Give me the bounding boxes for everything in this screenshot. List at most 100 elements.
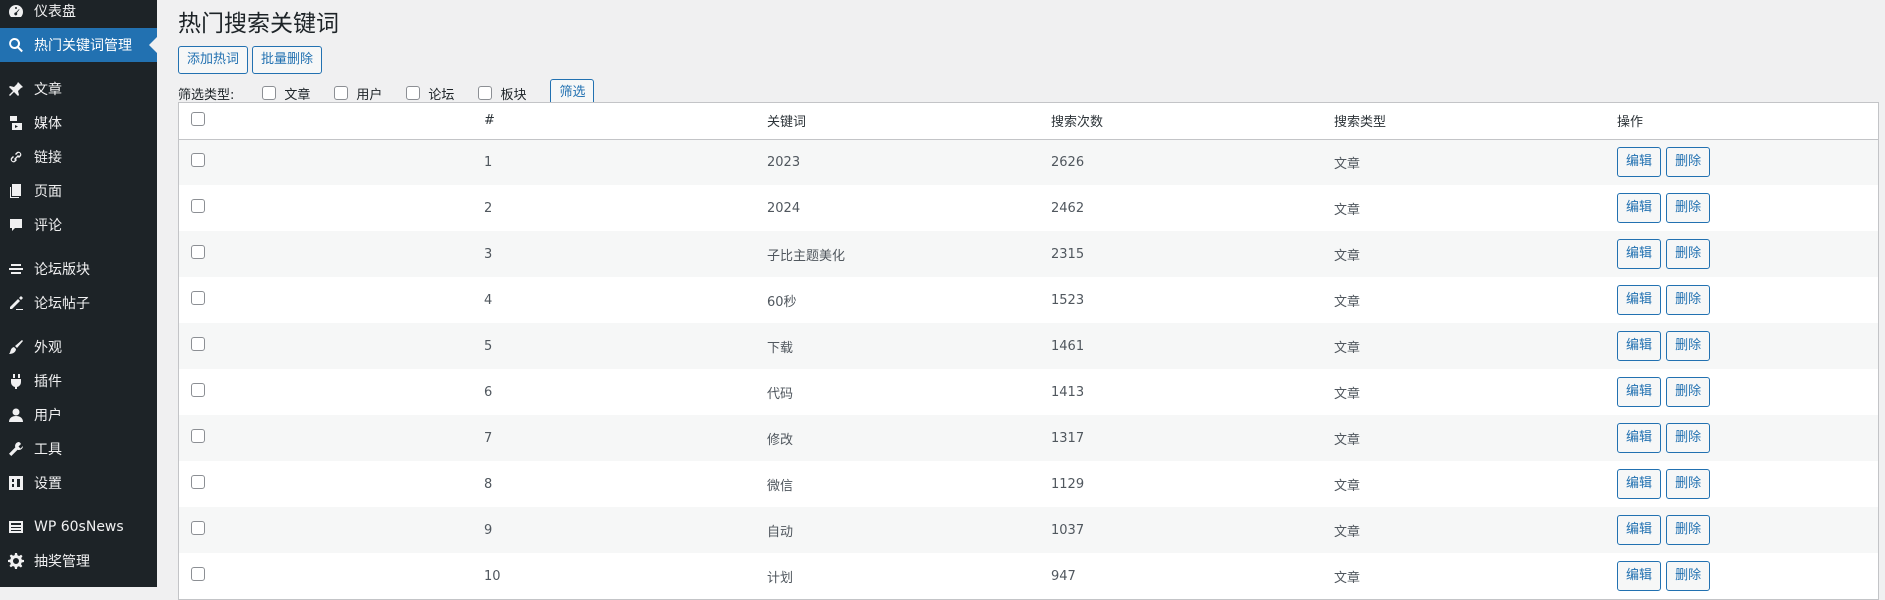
delete-button[interactable]: 删除 <box>1666 331 1711 361</box>
menu-item-links[interactable]: 链接 <box>0 140 157 174</box>
menu-label: 论坛版块 <box>34 262 90 278</box>
delete-button[interactable]: 删除 <box>1666 423 1711 453</box>
bulk-delete-button[interactable]: 批量删除 <box>252 46 323 74</box>
table-header-row: # 关键词 搜索次数 搜索类型 操作 <box>179 103 1878 139</box>
menu-item-media[interactable]: 媒体 <box>0 106 157 140</box>
filter-checkbox[interactable] <box>478 86 493 100</box>
cell-keyword: 下载 <box>767 340 794 356</box>
settings-icon <box>8 475 24 491</box>
keywords-table: # 关键词 搜索次数 搜索类型 操作 1 2023 2626 文章 编辑 删除 2 2024… <box>179 103 1878 599</box>
delete-button[interactable]: 删除 <box>1666 239 1711 269</box>
menu-item-tools[interactable]: 工具 <box>0 432 157 466</box>
row-checkbox[interactable] <box>191 567 205 581</box>
table-body: 1 2023 2626 文章 编辑 删除 2 2024 2462 文章 编辑 删除 3 子比主题美化 2… <box>179 139 1878 599</box>
table-row: 4 60秒 1523 文章 编辑 删除 <box>179 277 1878 323</box>
comment-icon <box>8 217 24 233</box>
menu-item-forum-boards[interactable]: 论坛版块 <box>0 252 157 286</box>
filter-option-boards[interactable]: 板块 <box>478 84 526 103</box>
filter-option-forum[interactable]: 论坛 <box>406 84 454 103</box>
menu-label: 文章 <box>34 82 62 98</box>
menu-item-forum-posts[interactable]: 论坛帖子 <box>0 286 157 320</box>
row-checkbox[interactable] <box>191 383 205 397</box>
search-icon <box>8 37 24 53</box>
row-checkbox[interactable] <box>191 475 205 489</box>
select-all-cell <box>179 103 484 139</box>
table-row: 7 修改 1317 文章 编辑 删除 <box>179 415 1878 461</box>
row-checkbox[interactable] <box>191 245 205 259</box>
filter-option-posts[interactable]: 文章 <box>262 84 310 103</box>
menu-label: 仪表盘 <box>34 4 76 20</box>
menu-item-dashboard[interactable]: 仪表盘 <box>0 0 157 28</box>
column-header-keyword: 关键词 <box>767 115 807 131</box>
row-checkbox[interactable] <box>191 291 205 305</box>
menu-item-lottery[interactable]: 抽奖管理 <box>0 544 157 578</box>
table-row: 2 2024 2462 文章 编辑 删除 <box>179 185 1878 231</box>
admin-menu: 仪表盘 热门关键词管理 文章 媒体 链接 页面 评论 论坛版块 论坛帖子 外观 … <box>0 0 157 578</box>
filter-checkbox[interactable] <box>334 86 349 100</box>
filter-checkbox[interactable] <box>262 86 277 100</box>
cell-actions: 编辑 删除 <box>1617 461 1878 507</box>
menu-label: 用户 <box>34 408 62 424</box>
delete-button[interactable]: 删除 <box>1666 285 1711 315</box>
edit-button[interactable]: 编辑 <box>1617 515 1662 545</box>
delete-button[interactable]: 删除 <box>1666 515 1711 545</box>
column-header-count: 搜索次数 <box>1051 115 1104 131</box>
menu-item-settings[interactable]: 设置 <box>0 466 157 500</box>
row-select-cell <box>179 231 484 277</box>
edit-button[interactable]: 编辑 <box>1617 423 1662 453</box>
appearance-icon <box>8 339 24 355</box>
cell-count: 2626 <box>1051 154 1085 170</box>
cell-type: 文章 <box>1334 478 1361 494</box>
cell-actions: 编辑 删除 <box>1617 139 1878 185</box>
edit-button[interactable]: 编辑 <box>1617 469 1662 499</box>
filter-checkbox[interactable] <box>406 86 421 100</box>
edit-button[interactable]: 编辑 <box>1617 147 1662 178</box>
row-select-cell <box>179 507 484 553</box>
cell-count: 1461 <box>1051 338 1085 354</box>
cell-count: 2315 <box>1051 246 1085 262</box>
gear-icon <box>8 553 24 569</box>
menu-label: 插件 <box>34 374 62 390</box>
cell-actions: 编辑 删除 <box>1617 553 1878 599</box>
row-checkbox[interactable] <box>191 521 205 535</box>
edit-button[interactable]: 编辑 <box>1617 285 1662 315</box>
cell-number: 1 <box>484 154 493 170</box>
filter-option-label: 文章 <box>284 87 311 103</box>
add-keyword-button[interactable]: 添加热词 <box>178 46 249 74</box>
cell-keyword: 代码 <box>767 386 794 402</box>
cell-count: 1037 <box>1051 522 1085 538</box>
dashboard-icon <box>8 3 24 19</box>
delete-button[interactable]: 删除 <box>1666 377 1711 407</box>
delete-button[interactable]: 删除 <box>1666 193 1711 223</box>
select-all-checkbox[interactable] <box>191 111 205 126</box>
menu-item-plugins[interactable]: 插件 <box>0 364 157 398</box>
menu-item-appearance[interactable]: 外观 <box>0 330 157 364</box>
edit-button[interactable]: 编辑 <box>1617 377 1662 407</box>
cell-type: 文章 <box>1334 156 1361 172</box>
menu-item-pages[interactable]: 页面 <box>0 174 157 208</box>
row-checkbox[interactable] <box>191 153 205 168</box>
row-checkbox[interactable] <box>191 337 205 351</box>
menu-item-wp-60snews[interactable]: WP 60sNews <box>0 510 157 544</box>
user-icon <box>8 407 24 423</box>
delete-button[interactable]: 删除 <box>1666 469 1711 499</box>
column-header-number: # <box>484 113 495 129</box>
plugin-icon <box>8 373 24 389</box>
cell-number: 6 <box>484 384 493 400</box>
row-checkbox[interactable] <box>191 429 205 443</box>
menu-item-users[interactable]: 用户 <box>0 398 157 432</box>
edit-button[interactable]: 编辑 <box>1617 193 1662 223</box>
admin-sidebar: 仪表盘 热门关键词管理 文章 媒体 链接 页面 评论 论坛版块 论坛帖子 外观 … <box>0 0 157 587</box>
edit-button[interactable]: 编辑 <box>1617 331 1662 361</box>
menu-item-hot-keywords[interactable]: 热门关键词管理 <box>0 28 157 62</box>
delete-button[interactable]: 删除 <box>1666 147 1711 178</box>
menu-item-posts[interactable]: 文章 <box>0 72 157 106</box>
cell-keyword: 微信 <box>767 478 794 494</box>
cell-type: 文章 <box>1334 432 1361 448</box>
edit-button[interactable]: 编辑 <box>1617 239 1662 269</box>
menu-item-comments[interactable]: 评论 <box>0 208 157 242</box>
filter-option-users[interactable]: 用户 <box>334 84 382 103</box>
menu-separator <box>0 500 157 510</box>
cell-actions: 编辑 删除 <box>1617 185 1878 231</box>
row-checkbox[interactable] <box>191 199 205 213</box>
